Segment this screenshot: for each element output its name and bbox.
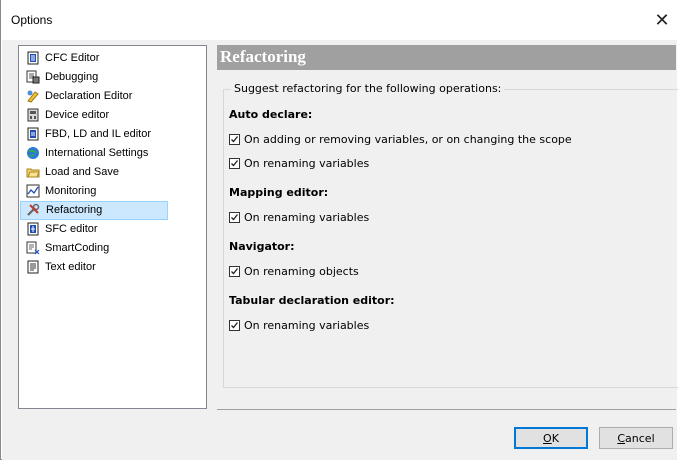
- checkbox-label: On renaming variables: [244, 210, 370, 224]
- ok-button[interactable]: OK: [514, 427, 588, 449]
- tree-item-load-and-save[interactable]: Load and Save: [20, 163, 166, 182]
- fbd-ld-il-editor-icon: [27, 127, 39, 141]
- options-dialog: Options ✕ CFC Editor Debugging Declarati…: [0, 0, 678, 460]
- checkmark-icon: [231, 267, 239, 274]
- tree-item-label: Text editor: [45, 261, 96, 273]
- text-editor-icon: [27, 260, 39, 274]
- cancel-button[interactable]: Cancel: [599, 427, 673, 449]
- checkmark-icon: [231, 159, 239, 166]
- section-mapping-editor: Mapping editor:: [229, 186, 329, 199]
- option-navigator-renaming[interactable]: On renaming objects: [229, 264, 359, 278]
- checkmark-icon: [231, 213, 239, 220]
- tree-item-label: Device editor: [45, 109, 110, 121]
- cancel-button-mnemonic: C: [617, 431, 626, 445]
- tree-item-cfc-editor[interactable]: CFC Editor: [20, 49, 166, 68]
- settings-panel: Refactoring Suggest refactoring for the …: [217, 45, 678, 409]
- checkbox-label: On renaming variables: [244, 156, 370, 170]
- tree-item-declaration-editor[interactable]: Declaration Editor: [20, 87, 166, 106]
- tree-item-smartcoding[interactable]: SmartCoding: [20, 239, 166, 258]
- tree-item-international-settings[interactable]: International Settings: [20, 144, 166, 163]
- checkbox[interactable]: [229, 133, 240, 145]
- option-auto-declare-renaming[interactable]: On renaming variables: [229, 156, 369, 170]
- window-title: Options: [11, 13, 53, 27]
- panel-title: Refactoring: [220, 47, 306, 66]
- cancel-button-label: ancel: [625, 431, 655, 445]
- tree-item-label: Load and Save: [45, 166, 120, 178]
- group-caption: Suggest refactoring for the following op…: [231, 82, 505, 95]
- cfc-editor-icon: [27, 51, 39, 65]
- declaration-editor-icon: [27, 90, 39, 103]
- smartcoding-icon: [26, 241, 40, 255]
- tree-item-fbd-ld-il-editor[interactable]: FBD, LD and IL editor: [20, 125, 166, 144]
- checkbox[interactable]: [229, 211, 240, 223]
- title-bar: Options ✕: [1, 0, 678, 40]
- close-icon: ✕: [654, 9, 670, 31]
- button-separator: [217, 409, 676, 410]
- monitoring-icon: [26, 184, 40, 198]
- checkbox[interactable]: [229, 265, 240, 277]
- checkbox-label: On renaming variables: [244, 318, 370, 332]
- tree-item-text-editor[interactable]: Text editor: [20, 258, 166, 277]
- checkbox-label: On renaming objects: [244, 264, 359, 278]
- option-tabular-renaming[interactable]: On renaming variables: [229, 318, 369, 332]
- folder-icon: [26, 168, 40, 178]
- category-tree[interactable]: CFC Editor Debugging Declaration Editor: [18, 45, 207, 409]
- tree-item-label: FBD, LD and IL editor: [45, 128, 151, 140]
- tree-item-label: Monitoring: [45, 185, 97, 197]
- tree-item-device-editor[interactable]: Device editor: [20, 106, 166, 125]
- panel-header: Refactoring: [217, 45, 676, 70]
- globe-icon: [27, 147, 39, 159]
- tree-item-label: International Settings: [45, 147, 149, 159]
- close-button[interactable]: ✕: [645, 0, 678, 40]
- tree-item-label: Refactoring: [46, 204, 103, 216]
- tree-item-sfc-editor[interactable]: SFC editor: [20, 220, 166, 239]
- tree-item-label: Declaration Editor: [45, 90, 133, 102]
- tree-item-label: Debugging: [45, 71, 99, 83]
- ok-button-label: K: [551, 431, 559, 445]
- option-mapping-renaming[interactable]: On renaming variables: [229, 210, 369, 224]
- section-tabular-declaration-editor: Tabular declaration editor:: [229, 294, 395, 307]
- tree-item-label: SmartCoding: [45, 242, 110, 254]
- checkbox[interactable]: [229, 319, 240, 331]
- checkbox-label: On adding or removing variables, or on c…: [244, 132, 572, 146]
- tree-item-monitoring[interactable]: Monitoring: [20, 182, 166, 201]
- tree-item-label: SFC editor: [45, 223, 98, 235]
- section-navigator: Navigator:: [229, 240, 295, 253]
- tree-item-label: CFC Editor: [45, 52, 100, 64]
- tree-item-debugging[interactable]: Debugging: [20, 68, 166, 87]
- checkmark-icon: [231, 321, 239, 328]
- checkmark-icon: [231, 135, 239, 142]
- tree-item-refactoring[interactable]: Refactoring: [20, 201, 168, 220]
- section-auto-declare: Auto declare:: [229, 108, 313, 121]
- sfc-editor-icon: [27, 222, 39, 236]
- option-auto-declare-scope[interactable]: On adding or removing variables, or on c…: [229, 132, 572, 146]
- checkbox[interactable]: [229, 157, 240, 169]
- device-editor-icon: [27, 108, 39, 122]
- debugging-icon: [26, 70, 40, 84]
- refactoring-tools-icon: [27, 203, 40, 216]
- ok-button-mnemonic: O: [543, 431, 552, 445]
